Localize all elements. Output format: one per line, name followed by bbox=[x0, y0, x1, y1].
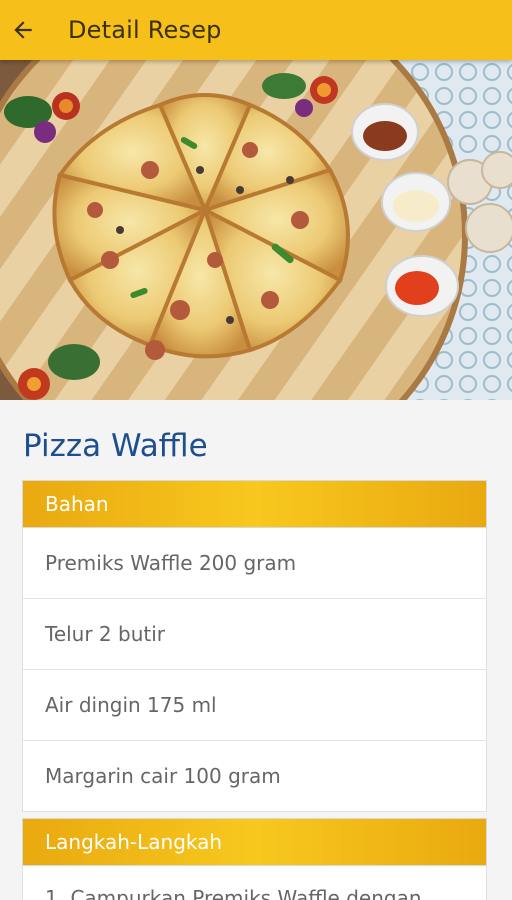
ingredients-card: Bahan Premiks Waffle 200 gram Telur 2 bu… bbox=[22, 480, 487, 812]
ingredient-item[interactable]: Margarin cair 100 gram bbox=[22, 741, 487, 812]
app-screen: Detail Resep Pizza Waffle Bahan Premiks … bbox=[0, 0, 512, 900]
ingredient-item[interactable]: Air dingin 175 ml bbox=[22, 670, 487, 741]
back-button[interactable] bbox=[0, 0, 46, 60]
step-item: 1. Campurkan Premiks Waffle dengan bbox=[22, 866, 487, 900]
ingredient-item[interactable]: Telur 2 butir bbox=[22, 599, 487, 670]
app-bar: Detail Resep bbox=[0, 0, 512, 60]
ingredients-header: Bahan bbox=[22, 480, 487, 528]
recipe-title: Pizza Waffle bbox=[23, 428, 208, 464]
arrow-left-icon bbox=[10, 17, 36, 43]
recipe-photo bbox=[0, 60, 512, 400]
steps-header: Langkah-Langkah bbox=[22, 818, 487, 866]
ingredient-item[interactable]: Premiks Waffle 200 gram bbox=[22, 528, 487, 599]
steps-card: Langkah-Langkah 1. Campurkan Premiks Waf… bbox=[22, 818, 487, 900]
recipe-content: Pizza Waffle bbox=[0, 400, 512, 474]
app-bar-title: Detail Resep bbox=[68, 16, 222, 44]
